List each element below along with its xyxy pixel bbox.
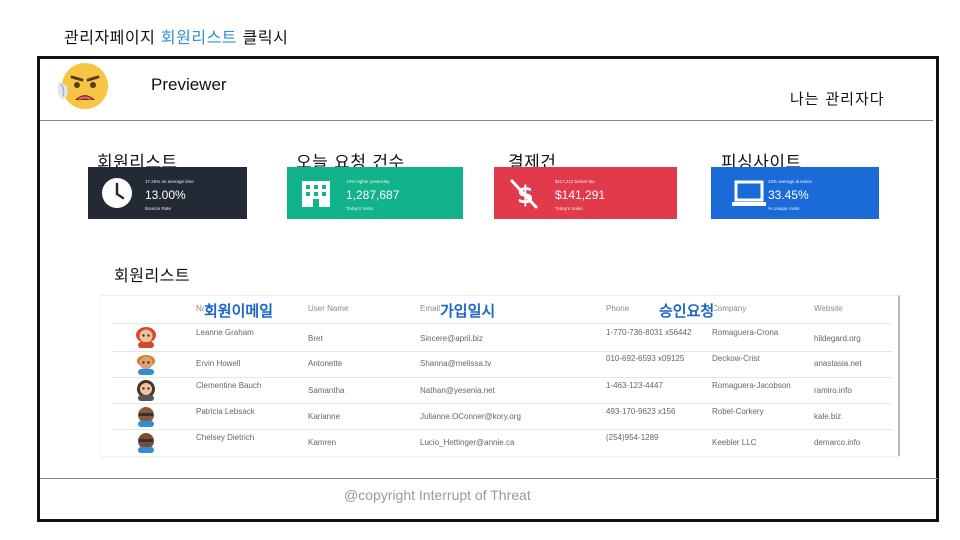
row-divider bbox=[112, 403, 892, 404]
card-small-text: 13% higher yesterday bbox=[346, 179, 390, 184]
cell-username: Kamren bbox=[308, 438, 337, 447]
cell-username: Karianne bbox=[308, 412, 341, 421]
cell-email[interactable]: Sincere@april.biz bbox=[420, 334, 590, 344]
card-value: 13.00% bbox=[145, 188, 186, 202]
card-subtitle: Today's Sales bbox=[555, 206, 583, 211]
row-divider bbox=[112, 323, 892, 324]
cell-phone: 1-770-736-8031 x56442 bbox=[606, 328, 692, 337]
member-avatar-icon bbox=[137, 380, 155, 401]
cell-name: Clementine Bauch bbox=[196, 381, 262, 390]
card-small-text: 13% average duration bbox=[768, 179, 813, 184]
app-title: Previewer bbox=[151, 75, 227, 94]
cell-email[interactable]: Shanna@melissa.tv bbox=[420, 359, 590, 369]
column-header-email: Email bbox=[420, 304, 441, 313]
column-header-phone: Phone bbox=[606, 304, 630, 313]
building-icon bbox=[302, 181, 330, 207]
cell-username: Samantha bbox=[308, 386, 345, 395]
card-subtitle: % Unique Visits bbox=[768, 206, 800, 211]
cell-company: Keebler LLC bbox=[712, 438, 757, 447]
column-header-company: Company bbox=[712, 304, 747, 313]
cell-name: Leanne Graham bbox=[196, 328, 254, 337]
member-list-title: 회원리스트 bbox=[114, 266, 191, 285]
card-small-text: $117,212 before tax bbox=[555, 179, 595, 184]
cell-phone: 1-463-123-4447 bbox=[606, 381, 663, 390]
cell-email[interactable]: Lucio_Hettinger@annie.ca bbox=[420, 438, 590, 448]
cell-website[interactable]: demarco.info bbox=[814, 438, 894, 448]
cell-name: Ervin Howell bbox=[196, 359, 241, 368]
cell-email[interactable]: Nathan@yesenia.net bbox=[420, 386, 590, 396]
page-caption: 관리자페이지 회원리스트 클릭시 bbox=[64, 24, 288, 48]
card-value: 1,287,687 bbox=[346, 188, 400, 202]
cell-name: Patricia Lebsack bbox=[196, 407, 255, 416]
row-divider bbox=[112, 351, 892, 352]
overlay-approval-request: 승인요청 bbox=[659, 300, 715, 321]
laptop-icon bbox=[732, 180, 766, 206]
cell-email[interactable]: Julianne.OConner@kory.org bbox=[420, 412, 590, 422]
member-avatar-icon bbox=[136, 327, 156, 348]
card-value: $141,291 bbox=[555, 188, 606, 202]
stat-card-bounce[interactable]: 17.25% on average time 13.00% Bounce Rat… bbox=[88, 167, 247, 219]
card-subtitle: Today's Visits bbox=[346, 206, 374, 211]
header-divider bbox=[40, 120, 933, 121]
row-divider bbox=[112, 429, 892, 430]
admin-label: 나는 관리자다 bbox=[790, 90, 885, 108]
cell-website[interactable]: anastasia.net bbox=[814, 359, 894, 369]
stat-card-unique[interactable]: 13% average duration 33.45% % Unique Vis… bbox=[711, 167, 879, 219]
cell-username: Antonette bbox=[308, 359, 343, 368]
caption-prefix: 관리자페이지 bbox=[64, 28, 156, 47]
footer-divider bbox=[40, 478, 938, 479]
cell-name: Chelsey Dietrich bbox=[196, 433, 255, 442]
cell-phone: (254)954-1289 bbox=[606, 433, 659, 442]
stat-card-visits[interactable]: 13% higher yesterday 1,287,687 Today's V… bbox=[287, 167, 463, 219]
cell-username: Bret bbox=[308, 334, 323, 343]
card-value: 33.45% bbox=[768, 188, 809, 202]
row-divider bbox=[112, 377, 892, 378]
footer-copyright: @copyright Interrupt of Threat bbox=[344, 487, 531, 503]
member-avatar-icon bbox=[138, 433, 154, 453]
cell-company: Robel-Corkery bbox=[712, 407, 764, 416]
cell-phone: 010-692-6593 x09125 bbox=[606, 354, 685, 363]
cell-company: Romaguera-Crona bbox=[712, 328, 779, 337]
overlay-join-date: 가입일시 bbox=[440, 300, 496, 321]
stat-card-sales[interactable]: $ $117,212 before tax $141,291 Today's S… bbox=[494, 167, 677, 219]
cell-website[interactable]: kale.biz bbox=[814, 412, 894, 422]
caption-suffix: 클릭시 bbox=[242, 28, 289, 47]
member-avatar-icon bbox=[137, 355, 155, 375]
column-header-username: User Name bbox=[308, 304, 349, 313]
cell-phone: 493-170-9623 x156 bbox=[606, 407, 676, 416]
cell-website[interactable]: ramiro.info bbox=[814, 386, 894, 396]
card-subtitle: Bounce Rate bbox=[145, 206, 172, 211]
overlay-member-email: 회원이메일 bbox=[204, 300, 274, 321]
member-avatar-icon bbox=[138, 407, 154, 427]
admin-emoji-avatar[interactable] bbox=[55, 60, 113, 112]
card-small-text: 17.25% on average time bbox=[145, 179, 194, 184]
cell-website[interactable]: hildegard.org bbox=[814, 334, 894, 344]
column-header-website: Website bbox=[814, 304, 843, 313]
cell-company: Deckow-Crist bbox=[712, 354, 760, 363]
cell-company: Romaguera-Jacobson bbox=[712, 381, 791, 390]
caption-highlight: 회원리스트 bbox=[160, 28, 238, 47]
clock-icon bbox=[102, 178, 132, 208]
dollar-icon: $ bbox=[510, 179, 538, 209]
